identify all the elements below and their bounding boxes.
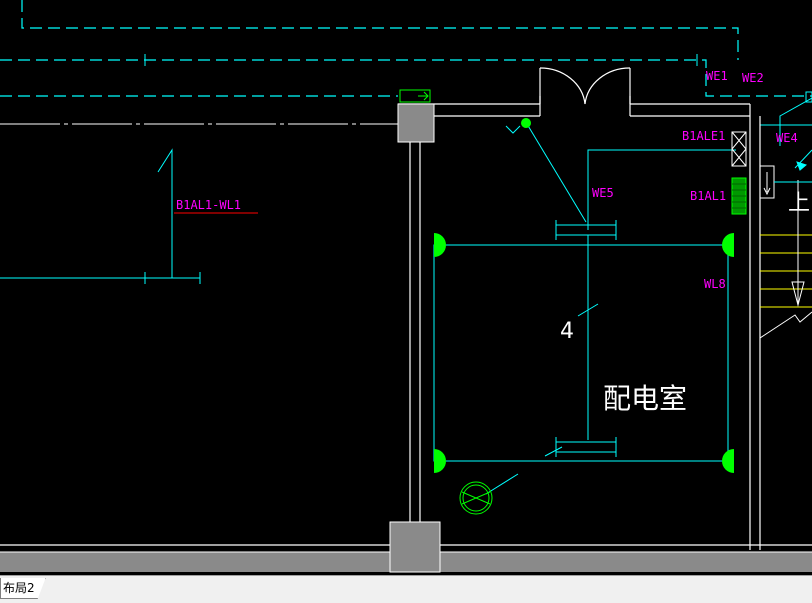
panel-b1ale1[interactable] <box>731 131 747 167</box>
column-top[interactable] <box>397 103 435 143</box>
room-name-label: 配电室 <box>603 382 687 415</box>
wall-lamp-2 <box>722 233 734 257</box>
layout-tab-bar: 布局2 <box>0 575 812 603</box>
stair-label: 上 <box>788 191 810 216</box>
label-b1al1-wl1: B1AL1-WL1 <box>176 198 241 212</box>
building-walls <box>0 96 812 550</box>
circuit-b1al1-wl1[interactable] <box>0 148 201 284</box>
column-bottom[interactable] <box>389 521 441 573</box>
label-b1al1: B1AL1 <box>690 189 726 203</box>
wall-lamp-3 <box>434 449 446 473</box>
label-we2: WE2 <box>742 71 764 85</box>
staircase[interactable] <box>760 234 812 308</box>
switch-dot[interactable] <box>521 118 531 128</box>
label-we1: WE1 <box>706 69 728 83</box>
double-door[interactable] <box>539 67 631 105</box>
room-wiring[interactable] <box>433 123 736 495</box>
wall-lamp-4 <box>722 449 734 473</box>
exhaust-fan-icon[interactable] <box>459 481 493 515</box>
riser-symbol[interactable] <box>759 165 775 199</box>
dashed-boundary-lines <box>0 0 812 97</box>
label-wl8: WL8 <box>704 277 726 291</box>
label-we4: WE4 <box>776 131 798 145</box>
label-b1ale1: B1ALE1 <box>682 129 725 143</box>
wall-lamps[interactable] <box>434 233 734 473</box>
label-we5: WE5 <box>592 186 614 200</box>
layout-tab[interactable]: 布局2 <box>0 578 46 599</box>
cad-drawing-canvas[interactable]: B1AL1-WL1 上 WE1 WE2 B1ALE1 WE4 WE5 B1AL1… <box>0 0 812 575</box>
wall-lamp-1 <box>434 233 446 257</box>
wire-count-label: 4 <box>560 319 574 344</box>
tray-ticks <box>144 54 812 126</box>
